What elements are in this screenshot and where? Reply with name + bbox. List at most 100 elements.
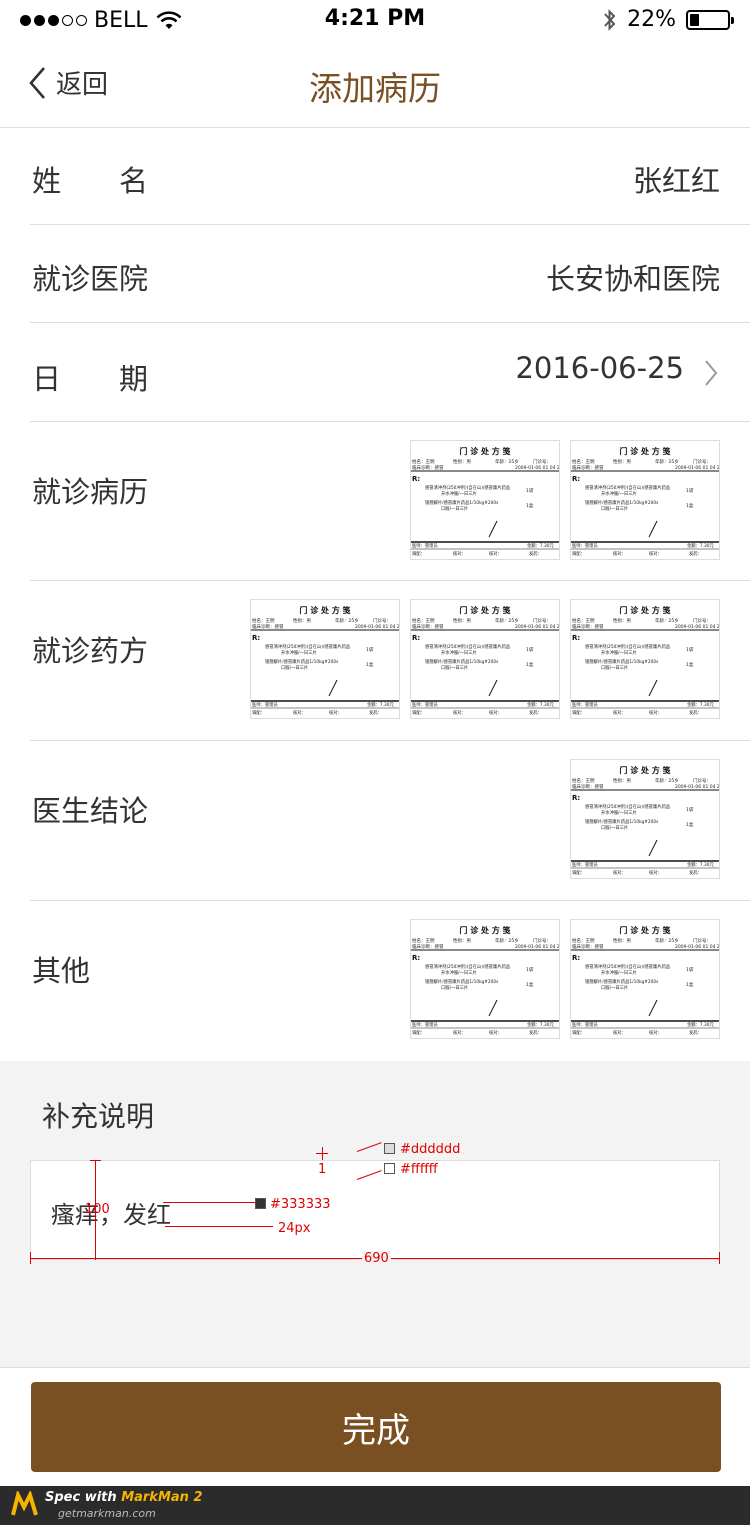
swatch-background xyxy=(384,1163,395,1174)
rx-qty2: 1盒 xyxy=(366,661,374,668)
rx-qty2: 1盒 xyxy=(686,981,694,988)
rx-name: 姓名：王明 xyxy=(572,617,595,624)
prescription-thumbnail[interactable]: 门 诊 处 方 笺 姓名：王明 性别：男 年龄：25岁 门诊号： 临床诊断：感冒… xyxy=(410,440,560,560)
battery-percent: 22% xyxy=(627,7,676,32)
form-row-date[interactable]: 日 期 2016-06-25 xyxy=(30,323,750,422)
prescription-thumbnail[interactable]: 门 诊 处 方 笺 姓名：王明 性别：男 年龄：25岁 门诊号： 临床诊断：感冒… xyxy=(410,599,560,719)
rx-doctor: 医师：管理员 xyxy=(572,701,598,708)
rx-age: 年龄：25岁 xyxy=(495,617,519,624)
annotation-bg-color: #ffffff xyxy=(400,1162,438,1177)
rx-drug2-usage: 口服/一日三片 xyxy=(601,505,628,512)
rx-qty1: 1袋 xyxy=(526,487,534,494)
prescriptions-label: 就诊药方 xyxy=(32,634,149,668)
rx-qty1: 1袋 xyxy=(686,646,694,653)
rx-no: 门诊号： xyxy=(693,458,711,465)
rx-amount: 金额：7.30元 xyxy=(687,542,714,549)
rx-qty2: 1盒 xyxy=(526,661,534,668)
rx-age: 年龄：25岁 xyxy=(655,937,679,944)
prescription-thumbnail[interactable]: 门 诊 处 方 笺 姓名：王明 性别：男 年龄：25岁 门诊号： 临床诊断：感冒… xyxy=(250,599,400,719)
rx-title: 门 诊 处 方 笺 xyxy=(459,925,510,935)
rx-qty1: 1袋 xyxy=(526,646,534,653)
rx-issue: 发药： xyxy=(689,709,702,716)
rx-symbol: R: xyxy=(572,954,580,962)
name-label: 姓 名 xyxy=(32,164,149,198)
prescription-image: 门 诊 处 方 笺 姓名：王明 性别：男 年龄：25岁 门诊号： 临床诊断：感冒… xyxy=(571,920,719,1038)
rx-symbol: R: xyxy=(412,634,420,642)
form-row-hospital[interactable]: 就诊医院 长安协和医院 xyxy=(30,225,750,323)
rx-qty1: 1袋 xyxy=(366,646,374,653)
rx-name: 姓名：王明 xyxy=(572,458,595,465)
rx-title: 门 诊 处 方 笺 xyxy=(619,925,670,935)
rx-title: 门 诊 处 方 笺 xyxy=(619,605,670,615)
rx-no: 门诊号： xyxy=(693,617,711,624)
rx-doctor: 医师：管理员 xyxy=(412,542,438,549)
rx-drug2-usage: 口服/一日三片 xyxy=(441,664,468,671)
rx-issue: 发药： xyxy=(529,709,542,716)
rx-title: 门 诊 处 方 笺 xyxy=(459,446,510,456)
prescription-thumbnail[interactable]: 门 诊 处 方 笺 姓名：王明 性别：男 年龄：25岁 门诊号： 临床诊断：感冒… xyxy=(410,919,560,1039)
rx-drug2-usage: 口服/一日三片 xyxy=(441,505,468,512)
footer-site: getmarkman.com xyxy=(58,1507,156,1520)
rx-check: 核对： xyxy=(453,709,466,716)
prescription-image: 门 诊 处 方 笺 姓名：王明 性别：男 年龄：25岁 门诊号： 临床诊断：感冒… xyxy=(411,920,559,1038)
annotation-tick xyxy=(90,1160,101,1161)
rx-amount: 金额：7.30元 xyxy=(687,1021,714,1028)
status-bar: BELL 4:21 PM 22% xyxy=(0,0,750,40)
rx-gender: 性别：男 xyxy=(613,458,631,465)
rx-dispense: 调配： xyxy=(572,550,585,557)
navigation-bar: 返回 添加病历 xyxy=(0,40,750,128)
rx-diagnosis: 临床诊断：感冒 xyxy=(412,623,444,630)
rx-issue: 发药： xyxy=(529,550,542,557)
rx-check: 核对： xyxy=(613,1029,626,1036)
done-button[interactable]: 完成 xyxy=(31,1382,721,1472)
rx-issue: 发药： xyxy=(689,550,702,557)
rx-drug2-usage: 口服/一日三片 xyxy=(601,824,628,831)
rx-check: 核对： xyxy=(613,709,626,716)
rx-age: 年龄：25岁 xyxy=(655,617,679,624)
rx-drug1: 感冒清冲剂(250冲剂)(自在山)/感冒康片药品 xyxy=(585,803,670,810)
prescription-thumbnail[interactable]: 门 诊 处 方 笺 姓名：王明 性别：男 年龄：25岁 门诊号： 临床诊断：感冒… xyxy=(570,599,720,719)
rx-amount: 金额：7.30元 xyxy=(527,542,554,549)
page-title: 添加病历 xyxy=(309,69,441,108)
rx-issue: 发药： xyxy=(529,1029,542,1036)
rx-qty2: 1盒 xyxy=(686,661,694,668)
rx-qty2: 1盒 xyxy=(686,821,694,828)
rx-drug1: 感冒清冲剂(250冲剂)(自在山)/感冒康片药品 xyxy=(425,963,510,970)
prescription-image: 门 诊 处 方 笺 姓名：王明 性别：男 年龄：25岁 门诊号： 临床诊断：感冒… xyxy=(411,441,559,559)
prescription-thumbnail[interactable]: 门 诊 处 方 笺 姓名：王明 性别：男 年龄：25岁 门诊号： 临床诊断：感冒… xyxy=(570,759,720,879)
rx-age: 年龄：25岁 xyxy=(655,777,679,784)
form-row-name[interactable]: 姓 名 张红红 xyxy=(30,128,750,225)
rx-name: 姓名：王明 xyxy=(252,617,275,624)
rx-date: 2009-01-06 01 04 22 xyxy=(675,784,719,790)
form-row-other: 其他 门 诊 处 方 笺 姓名：王明 性别：男 年龄：25岁 门诊号： 临床诊断… xyxy=(30,901,750,1061)
rx-diagnosis: 临床诊断：感冒 xyxy=(572,464,604,471)
rx-drug2: 银翘解片/感冒康片药品1/10kg#200s xyxy=(585,658,659,665)
records-label: 就诊病历 xyxy=(32,475,149,509)
rx-gender: 性别：男 xyxy=(453,458,471,465)
prescription-thumbnail[interactable]: 门 诊 处 方 笺 姓名：王明 性别：男 年龄：25岁 门诊号： 临床诊断：感冒… xyxy=(570,919,720,1039)
date-label: 日 期 xyxy=(32,362,149,396)
chevron-right-icon xyxy=(705,360,718,386)
rx-gender: 性别：男 xyxy=(293,617,311,624)
rx-doctor: 医师：管理员 xyxy=(572,1021,598,1028)
rx-age: 年龄：25岁 xyxy=(655,458,679,465)
rx-no: 门诊号： xyxy=(373,617,391,624)
supplement-textarea[interactable]: 瘙痒，发红 xyxy=(30,1160,720,1260)
swatch-border xyxy=(384,1143,395,1154)
swatch-text xyxy=(255,1198,266,1209)
rx-check2: 核对： xyxy=(649,869,662,876)
rx-no: 门诊号： xyxy=(533,458,551,465)
prescription-thumbnail[interactable]: 门 诊 处 方 笺 姓名：王明 性别：男 年龄：25岁 门诊号： 临床诊断：感冒… xyxy=(570,440,720,560)
rx-drug1-usage: 开水冲服/一日三片 xyxy=(281,649,317,656)
battery-icon xyxy=(686,9,734,30)
rx-no: 门诊号： xyxy=(533,617,551,624)
rx-symbol: R: xyxy=(412,954,420,962)
rx-date: 2009-01-06 01 04 22 xyxy=(675,944,719,950)
rx-check2: 核对： xyxy=(489,550,502,557)
rx-qty1: 1袋 xyxy=(686,966,694,973)
rx-diagnosis: 临床诊断：感冒 xyxy=(412,943,444,950)
rx-title: 门 诊 处 方 笺 xyxy=(299,605,350,615)
status-right-group: 22% xyxy=(603,7,734,32)
rx-drug1-usage: 开水冲服/一日三片 xyxy=(441,649,477,656)
rx-check: 核对： xyxy=(613,550,626,557)
